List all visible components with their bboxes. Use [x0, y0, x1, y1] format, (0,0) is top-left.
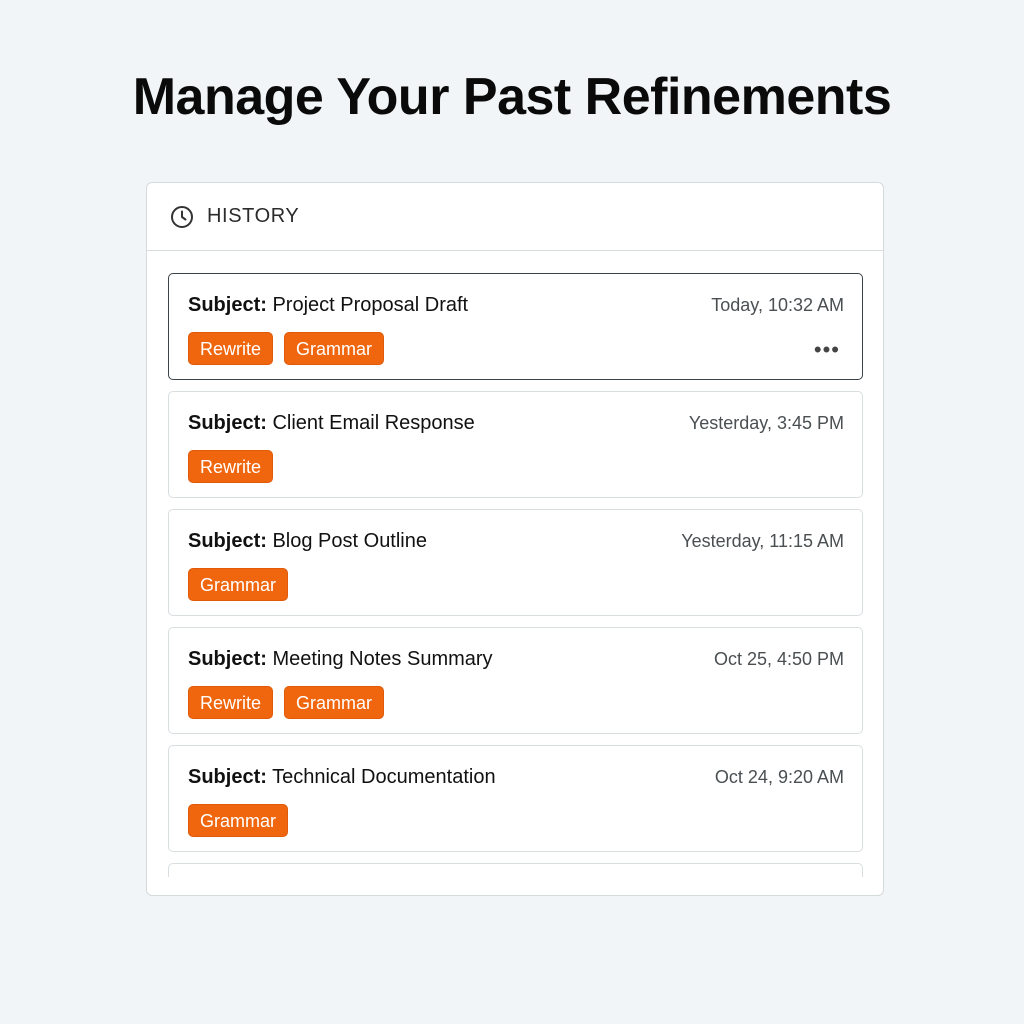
subject-text: Project Proposal Draft — [272, 294, 469, 316]
page-title: Manage Your Past Refinements — [132, 68, 892, 126]
history-item-time: Today, 10:32 AM — [711, 295, 844, 315]
history-item[interactable]: Subject: Client Email Response Yesterday… — [168, 391, 863, 498]
tag-list: Grammar — [188, 568, 844, 601]
subject-text: Blog Post Outline — [272, 530, 427, 552]
tag-grammar[interactable]: Grammar — [284, 332, 385, 365]
tag-rewrite[interactable]: Rewrite — [188, 450, 274, 483]
subject-key: Subject: — [188, 294, 267, 316]
tag-list: Rewrite Grammar — [188, 332, 844, 365]
tag-grammar[interactable]: Grammar — [284, 686, 385, 719]
history-item[interactable]: Subject: Meeting Notes Summary Oct 25, 4… — [168, 627, 863, 734]
subject-text: Meeting Notes Summary — [272, 648, 493, 670]
history-item-partial[interactable] — [168, 863, 863, 877]
tag-grammar[interactable]: Grammar — [188, 804, 288, 837]
history-item[interactable]: Subject: Project Proposal Draft Today, 1… — [168, 273, 863, 380]
subject-key: Subject: — [188, 766, 267, 788]
tag-rewrite[interactable]: Rewrite — [188, 332, 274, 365]
history-item[interactable]: Subject: Blog Post Outline Yesterday, 11… — [168, 509, 863, 616]
subject-key: Subject: — [188, 412, 267, 434]
subject-key: Subject: — [188, 530, 267, 552]
subject-text: Technical Documentation — [272, 766, 496, 788]
history-list[interactable]: Subject: Project Proposal Draft Today, 1… — [147, 252, 883, 877]
history-item-time: Yesterday, 3:45 PM — [688, 413, 844, 433]
tag-grammar[interactable]: Grammar — [188, 568, 288, 601]
subject-key: Subject: — [188, 648, 267, 670]
subject-text: Client Email Response — [272, 412, 475, 434]
history-panel: HISTORY Subject: Project Proposal Draft … — [146, 182, 884, 896]
tag-list: Rewrite — [188, 450, 844, 483]
history-header: HISTORY — [147, 183, 883, 251]
history-item-time: Oct 24, 9:20 AM — [714, 767, 844, 787]
history-item-time: Oct 25, 4:50 PM — [713, 649, 844, 669]
history-item[interactable]: Subject: Technical Documentation Oct 24,… — [168, 745, 863, 852]
clock-icon — [169, 204, 195, 230]
more-options-icon[interactable]: ••• — [814, 339, 840, 361]
tag-list: Grammar — [188, 804, 844, 837]
tag-rewrite[interactable]: Rewrite — [188, 686, 274, 719]
tag-list: Rewrite Grammar — [188, 686, 844, 719]
history-item-time: Yesterday, 11:15 AM — [681, 531, 844, 551]
history-title: HISTORY — [207, 205, 300, 227]
